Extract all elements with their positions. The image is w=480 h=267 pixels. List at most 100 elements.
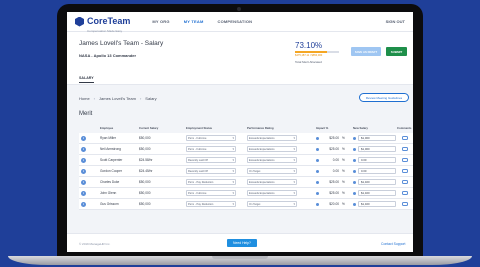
- new-salary-input[interactable]: $1,400: [358, 190, 396, 196]
- chevron-down-icon: ▾: [293, 158, 295, 162]
- employment-status-select[interactable]: Recently Laid Off ▾: [186, 168, 236, 174]
- col-performance-rating[interactable]: Performance Rating: [247, 126, 274, 130]
- employment-status-select[interactable]: Perm - Pay Reduction ▾: [186, 201, 236, 207]
- merit-info-icon[interactable]: [353, 191, 356, 195]
- chevron-down-icon: ▾: [232, 147, 234, 151]
- merit-info-icon[interactable]: [353, 202, 356, 206]
- employee-name[interactable]: Ryan Miller: [100, 136, 116, 140]
- breadcrumb-home[interactable]: Home: [79, 96, 90, 101]
- new-salary-input[interactable]: 0.00: [358, 168, 396, 174]
- breadcrumb-team[interactable]: James Lovell's Team: [99, 96, 136, 101]
- employment-status-select[interactable]: Perm - Full-time ▾: [186, 146, 236, 152]
- employee-name[interactable]: Scott Carpenter: [100, 158, 122, 162]
- performance-rating-select[interactable]: Exceeds Expectations ▾: [247, 179, 297, 185]
- comment-icon[interactable]: [402, 190, 408, 195]
- merit-info-icon[interactable]: [353, 147, 356, 151]
- impact-info-icon[interactable]: [316, 169, 319, 173]
- comment-icon[interactable]: [402, 135, 408, 140]
- impact-info-icon[interactable]: [316, 191, 319, 195]
- need-help-button[interactable]: Need Help?: [227, 239, 257, 247]
- chevron-down-icon: ▾: [232, 180, 234, 184]
- save-draft-button[interactable]: SAVE AS DRAFT: [351, 47, 381, 56]
- logo[interactable]: CoreTeam Compensation Made Easy: [75, 12, 130, 33]
- current-salary: $50,000: [139, 180, 151, 184]
- new-salary-input[interactable]: $1,000: [358, 146, 396, 152]
- submit-button[interactable]: SUBMIT: [386, 47, 407, 56]
- rating-value: Exceeds Expectations: [249, 191, 275, 195]
- impact-info-icon[interactable]: [316, 136, 319, 140]
- impact-percent-sign: %: [342, 147, 345, 151]
- employee-name[interactable]: Neil Armstrong: [100, 147, 121, 151]
- new-salary-input[interactable]: 0.00: [358, 157, 396, 163]
- tab-salary[interactable]: SALARY: [79, 76, 94, 83]
- performance-rating-select[interactable]: Exceeds Expectations ▾: [247, 146, 297, 152]
- col-comments[interactable]: Comments: [397, 126, 411, 130]
- employment-status-select[interactable]: Perm - Full-time ▾: [186, 190, 236, 196]
- performance-rating-select[interactable]: On Target ▾: [247, 168, 297, 174]
- merit-info-icon[interactable]: [353, 180, 356, 184]
- section-title: Merit: [79, 111, 93, 117]
- table-row: i Ryan Miller $50,000 Perm - Full-time ▾ Exce…: [79, 133, 413, 144]
- nav-compensation[interactable]: COMPENSATION: [218, 19, 253, 24]
- merit-info-icon[interactable]: [353, 169, 356, 173]
- new-salary-input[interactable]: $1,400: [358, 201, 396, 207]
- info-icon[interactable]: i: [81, 179, 86, 185]
- performance-rating-select[interactable]: Exceeds Expectations ▾: [247, 190, 297, 196]
- logo-text: CoreTeam: [87, 15, 131, 26]
- info-icon[interactable]: i: [81, 146, 86, 152]
- merit-info-icon[interactable]: [353, 136, 356, 140]
- info-icon[interactable]: i: [81, 168, 86, 174]
- employment-status-select[interactable]: Perm - Full-time ▾: [186, 135, 236, 141]
- comment-icon[interactable]: [402, 179, 408, 184]
- col-impact[interactable]: Impact %: [316, 126, 328, 130]
- table-row: i Charles Duke $50,000 Perm - Pay Reduction…: [79, 177, 413, 188]
- info-icon[interactable]: i: [81, 157, 86, 163]
- impact-info-icon[interactable]: [316, 158, 319, 162]
- review-guidelines-button[interactable]: Review Meeting Guidelines: [359, 93, 409, 102]
- employee-name[interactable]: Gordon Cooper: [100, 169, 122, 173]
- sign-out-link[interactable]: SIGN OUT: [386, 19, 405, 24]
- new-salary-input[interactable]: $1,000: [358, 135, 396, 141]
- chevron-down-icon: ▾: [293, 169, 295, 173]
- chevron-down-icon: ▾: [232, 191, 234, 195]
- info-icon[interactable]: i: [81, 201, 86, 207]
- col-employment-status[interactable]: Employment Status: [186, 126, 212, 130]
- comment-icon[interactable]: [402, 168, 408, 173]
- employment-status-select[interactable]: Recently Laid Off ▾: [186, 157, 236, 163]
- impact-info-icon[interactable]: [316, 180, 319, 184]
- performance-rating-select[interactable]: On Target ▾: [247, 201, 297, 207]
- chevron-down-icon: ▾: [293, 147, 295, 151]
- comment-icon[interactable]: [402, 157, 408, 162]
- chevron-down-icon: ▾: [293, 136, 295, 140]
- merit-info-icon[interactable]: [353, 158, 356, 162]
- chevron-down-icon: ▾: [293, 202, 295, 206]
- new-salary-input[interactable]: $1,400: [358, 179, 396, 185]
- allocation-bar-fill: [295, 51, 328, 53]
- comment-icon[interactable]: [402, 201, 408, 206]
- col-employee[interactable]: Employee: [100, 126, 113, 130]
- impact-info-icon[interactable]: [316, 202, 319, 206]
- col-new-salary[interactable]: New Salary: [353, 126, 368, 130]
- breadcrumb-current: Salary: [145, 96, 157, 101]
- nav-my-team[interactable]: MY TEAM: [184, 19, 204, 24]
- status-value: Recently Laid Off: [188, 169, 208, 173]
- impact-info-icon[interactable]: [316, 147, 319, 151]
- current-salary: $50,000: [139, 191, 151, 195]
- employee-name[interactable]: John Glenn: [100, 191, 116, 195]
- impact-value: $25.00: [329, 180, 339, 184]
- info-icon[interactable]: i: [81, 190, 86, 196]
- comment-icon[interactable]: [402, 146, 408, 151]
- performance-rating-select[interactable]: Exceeds Expectations ▾: [247, 157, 297, 163]
- impact-percent-sign: %: [342, 136, 345, 140]
- employee-name[interactable]: Charles Duke: [100, 180, 119, 184]
- nav-my-org[interactable]: MY ORG: [152, 19, 169, 24]
- status-value: Perm - Pay Reduction: [188, 180, 214, 184]
- status-value: Perm - Full-time: [188, 136, 207, 140]
- employee-name[interactable]: Gus Grissom: [100, 202, 119, 206]
- info-icon[interactable]: i: [81, 135, 86, 141]
- performance-rating-select[interactable]: Exceeds Expectations ▾: [247, 135, 297, 141]
- col-current-salary[interactable]: Current Salary: [139, 126, 158, 130]
- contact-support-link[interactable]: Contact Support: [381, 242, 406, 246]
- status-value: Perm - Pay Reduction: [188, 202, 214, 206]
- employment-status-select[interactable]: Perm - Pay Reduction ▾: [186, 179, 236, 185]
